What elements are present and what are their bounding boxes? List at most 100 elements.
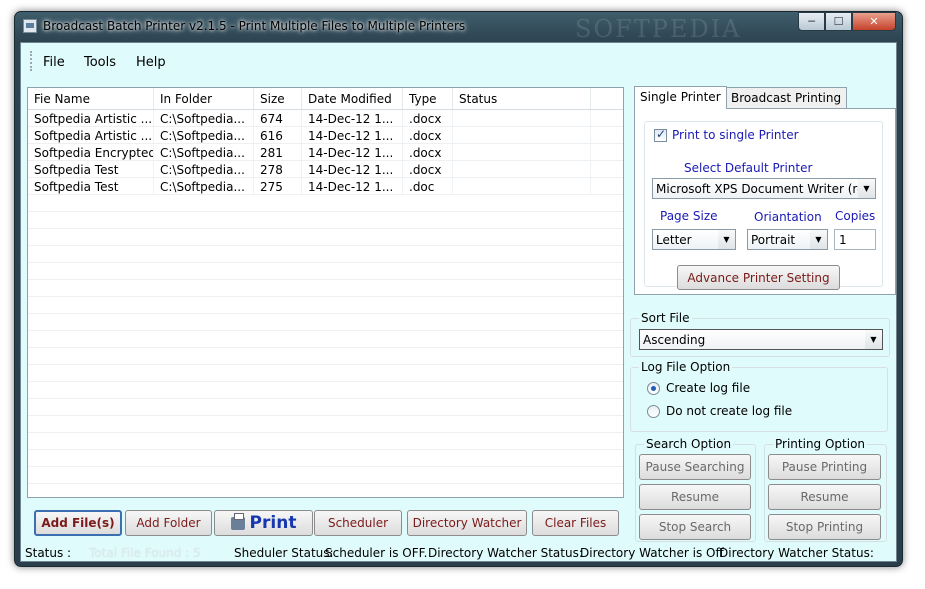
copies-label: Copies <box>835 209 876 223</box>
title-bar[interactable]: Broadcast Batch Printer v2.1.5 - Print M… <box>15 12 902 43</box>
empty-row <box>28 433 623 450</box>
printer-icon <box>230 512 245 530</box>
empty-row <box>28 467 623 484</box>
orientation-label: Oriantation <box>754 210 822 224</box>
scheduler-button[interactable]: Scheduler <box>314 510 402 536</box>
scheduler-status-value: Scheduler is OFF. <box>325 546 428 560</box>
column-in-folder[interactable]: In Folder <box>154 88 254 109</box>
print-single-checkbox[interactable] <box>654 127 667 142</box>
file-list[interactable]: Fie Name In Folder Size Date Modified Ty… <box>27 87 624 498</box>
tab-single-printer[interactable]: Single Printer <box>634 86 727 109</box>
sort-file-label: Sort File <box>639 311 692 325</box>
resume-printing-button[interactable]: Resume <box>768 484 881 510</box>
menu-file[interactable]: File <box>43 55 65 70</box>
cell-in-folder: C:\Softpedia... <box>154 110 254 126</box>
empty-row <box>28 263 623 280</box>
empty-row <box>28 195 623 212</box>
file-list-header: Fie Name In Folder Size Date Modified Ty… <box>28 88 623 110</box>
cell-size: 616 <box>254 127 302 143</box>
cell-date-modified: 14-Dec-12 1... <box>302 178 403 194</box>
print-button[interactable]: Print <box>214 510 313 536</box>
empty-row <box>28 229 623 246</box>
orientation-select[interactable]: Portrait ▼ <box>747 229 828 250</box>
table-row[interactable]: Softpedia Test C:\Softpedia... 275 14-De… <box>28 178 623 195</box>
add-files-button[interactable]: Add File(s) <box>34 510 122 536</box>
no-log-radio[interactable] <box>647 405 660 418</box>
select-default-printer-label: Select Default Printer <box>684 161 813 175</box>
maximize-button[interactable]: ☐ <box>825 12 852 31</box>
create-log-radio[interactable] <box>647 382 660 395</box>
total-files-status: Total File Found : 5 <box>89 546 201 560</box>
print-single-label: Print to single Printer <box>672 128 799 142</box>
menu-tools[interactable]: Tools <box>84 55 116 70</box>
column-status[interactable]: Status <box>453 88 591 109</box>
empty-rows <box>28 195 623 484</box>
chevron-down-icon: ▼ <box>858 179 875 198</box>
empty-row <box>28 382 623 399</box>
no-log-label: Do not create log file <box>666 404 793 418</box>
cell-status <box>453 178 591 194</box>
stop-search-button[interactable]: Stop Search <box>639 514 751 540</box>
scheduler-status-label: Sheduler Status: <box>234 546 334 560</box>
window-title: Broadcast Batch Printer v2.1.5 - Print M… <box>43 19 466 33</box>
sort-file-value: Ascending <box>643 333 706 347</box>
page-size-select[interactable]: Letter ▼ <box>652 229 736 250</box>
printing-option-label: Printing Option <box>773 437 868 451</box>
table-row[interactable]: Softpedia Artistic ... C:\Softpedia... 6… <box>28 110 623 127</box>
cell-date-modified: 14-Dec-12 1... <box>302 144 403 160</box>
clear-files-button[interactable]: Clear Files <box>532 510 619 536</box>
search-option-group: Search Option Pause Searching Resume Sto… <box>635 437 756 542</box>
column-type[interactable]: Type <box>403 88 453 109</box>
cell-size: 278 <box>254 161 302 177</box>
cell-file-name: Softpedia Test <box>28 161 154 177</box>
cell-type: .docx <box>403 144 453 160</box>
empty-row <box>28 399 623 416</box>
create-log-label: Create log file <box>666 381 751 395</box>
default-printer-value: Microsoft XPS Document Writer (re <box>656 182 865 196</box>
table-row[interactable]: Softpedia Encrypted C:\Softpedia... 281 … <box>28 144 623 161</box>
pause-searching-button[interactable]: Pause Searching <box>639 454 751 480</box>
minimize-button[interactable]: ─ <box>798 12 825 31</box>
stop-printing-button[interactable]: Stop Printing <box>768 514 881 540</box>
table-row[interactable]: Softpedia Artistic ... C:\Softpedia... 6… <box>28 127 623 144</box>
cell-in-folder: C:\Softpedia... <box>154 127 254 143</box>
cell-in-folder: C:\Softpedia... <box>154 161 254 177</box>
dir-watcher-status-label: Directory Watcher Status: <box>428 546 583 560</box>
chevron-down-icon: ▼ <box>718 230 735 249</box>
empty-row <box>28 280 623 297</box>
tab-broadcast-printing[interactable]: Broadcast Printing <box>725 87 848 108</box>
column-size[interactable]: Size <box>254 88 302 109</box>
cell-status <box>453 110 591 126</box>
print-button-label: Print <box>249 513 297 533</box>
single-printer-panel: Print to single Printer Select Default P… <box>634 108 896 295</box>
table-row[interactable]: Softpedia Test C:\Softpedia... 278 14-De… <box>28 161 623 178</box>
copies-input[interactable]: 1 <box>834 229 876 250</box>
menu-bar: File Tools Help <box>21 43 896 79</box>
add-folder-button[interactable]: Add Folder <box>125 510 212 536</box>
advance-printer-setting-button[interactable]: Advance Printer Setting <box>677 265 840 290</box>
pause-printing-button[interactable]: Pause Printing <box>768 454 881 480</box>
page-size-label: Page Size <box>660 209 718 223</box>
resume-search-button[interactable]: Resume <box>639 484 751 510</box>
cell-file-name: Softpedia Artistic ... <box>28 127 154 143</box>
cell-file-name: Softpedia Encrypted <box>28 144 154 160</box>
status-bar: Status : Total File Found : 5 Sheduler S… <box>21 543 896 563</box>
sort-file-select[interactable]: Ascending ▼ <box>639 329 883 350</box>
cell-type: .docx <box>403 161 453 177</box>
default-printer-select[interactable]: Microsoft XPS Document Writer (re ▼ <box>652 178 876 199</box>
column-date-modified[interactable]: Date Modified <box>302 88 403 109</box>
close-button[interactable]: ✕ <box>852 12 896 31</box>
cell-date-modified: 14-Dec-12 1... <box>302 110 403 126</box>
empty-row <box>28 297 623 314</box>
cell-status <box>453 144 591 160</box>
orientation-value: Portrait <box>751 233 796 247</box>
printer-tabs: Single Printer Broadcast Printing Print … <box>634 86 896 295</box>
column-file-name[interactable]: Fie Name <box>28 88 154 109</box>
cell-in-folder: C:\Softpedia... <box>154 178 254 194</box>
chevron-down-icon: ▼ <box>810 230 827 249</box>
menu-help[interactable]: Help <box>136 55 166 70</box>
toolbar-grip <box>30 51 33 71</box>
cell-size: 275 <box>254 178 302 194</box>
directory-watcher-button[interactable]: Directory Watcher <box>407 510 527 536</box>
cell-status <box>453 161 591 177</box>
